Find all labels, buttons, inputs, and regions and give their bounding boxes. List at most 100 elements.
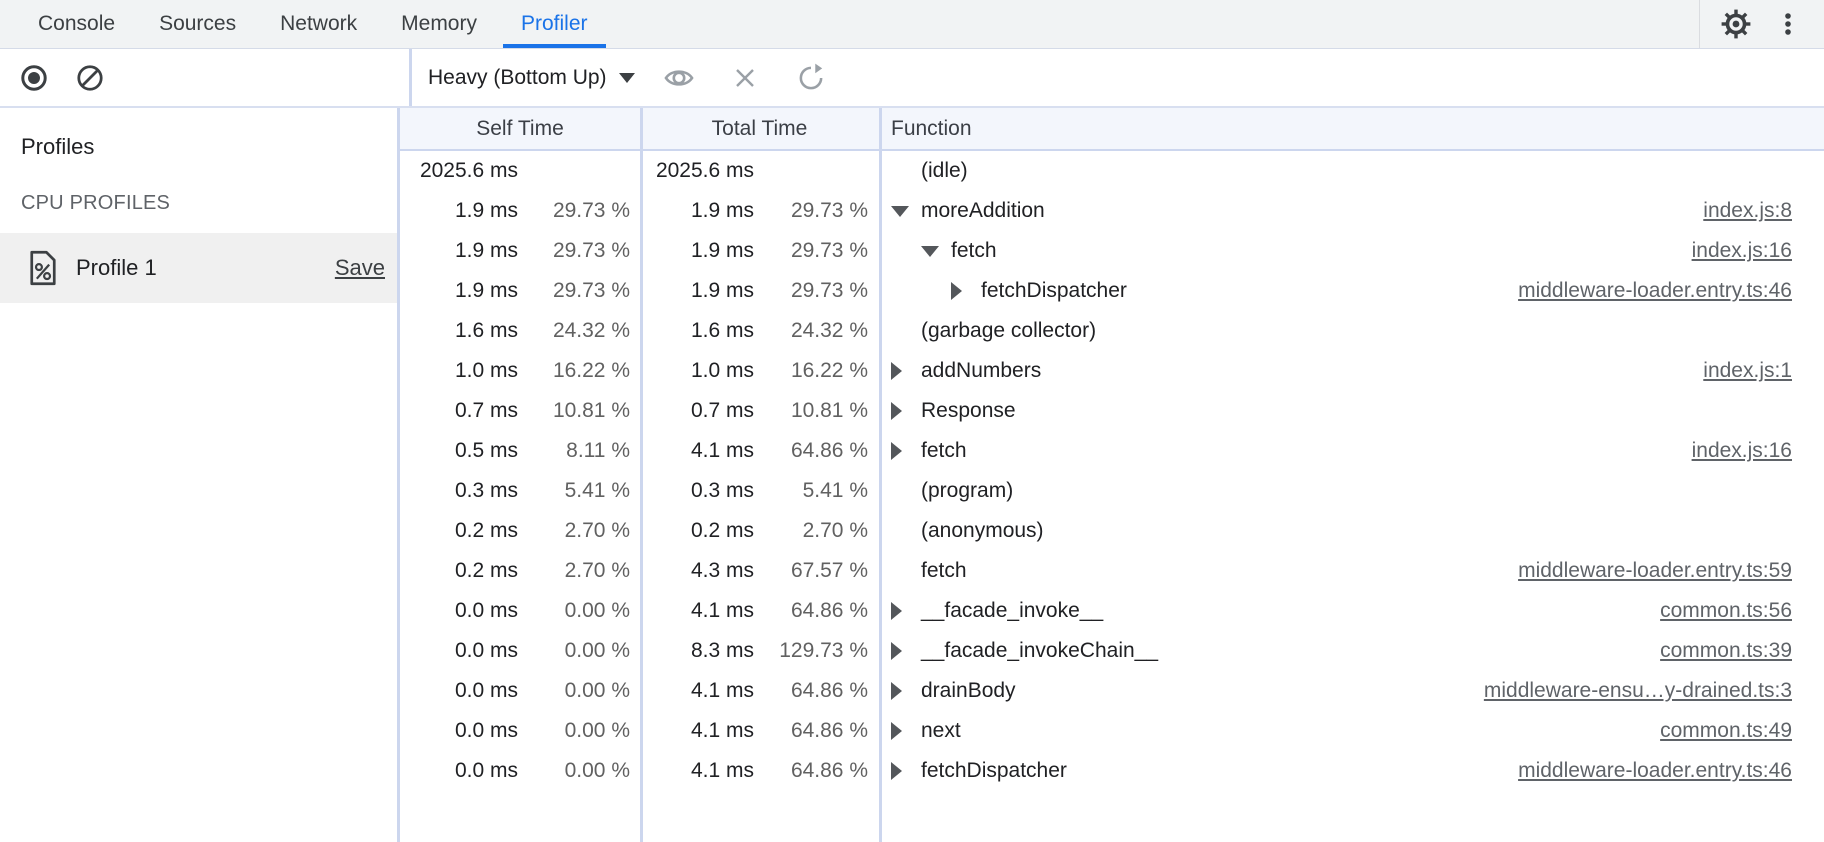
function-cell[interactable]: nextcommon.ts:49 xyxy=(879,711,1824,751)
tab-profiler[interactable]: Profiler xyxy=(499,0,610,48)
source-location-link[interactable]: middleware-ensu…y-drained.ts:3 xyxy=(1484,679,1824,703)
table-row[interactable]: 1.9 ms29.73 %1.9 ms29.73 %moreAdditionin… xyxy=(400,191,1824,231)
self-time-cell[interactable]: 0.2 ms2.70 % xyxy=(400,551,640,591)
function-cell[interactable]: __facade_invokeChain__common.ts:39 xyxy=(879,631,1824,671)
table-row[interactable]: 0.0 ms0.00 %4.1 ms64.86 %__facade_invoke… xyxy=(400,591,1824,631)
triangle-collapsed-icon[interactable] xyxy=(951,282,981,300)
self-time-cell[interactable]: 1.9 ms29.73 % xyxy=(400,271,640,311)
settings-button[interactable] xyxy=(1714,4,1758,44)
self-time-cell[interactable]: 0.0 ms0.00 % xyxy=(400,631,640,671)
total-time-cell[interactable]: 0.2 ms2.70 % xyxy=(640,511,879,551)
source-location-link[interactable]: middleware-loader.entry.ts:46 xyxy=(1518,279,1824,303)
self-time-cell[interactable]: 0.0 ms0.00 % xyxy=(400,751,640,791)
table-row[interactable]: 0.0 ms0.00 %4.1 ms64.86 %fetchDispatcher… xyxy=(400,751,1824,791)
total-time-cell[interactable]: 1.6 ms24.32 % xyxy=(640,311,879,351)
source-location-link[interactable]: common.ts:39 xyxy=(1660,639,1824,663)
column-header-total-time[interactable]: Total Time xyxy=(640,108,879,149)
source-location-link[interactable]: common.ts:56 xyxy=(1660,599,1824,623)
table-row[interactable]: 0.0 ms0.00 %4.1 ms64.86 %drainBodymiddle… xyxy=(400,671,1824,711)
clear-button[interactable] xyxy=(68,58,112,98)
record-button[interactable] xyxy=(12,58,56,98)
self-time-cell[interactable]: 0.3 ms5.41 % xyxy=(400,471,640,511)
save-profile-link[interactable]: Save xyxy=(335,255,385,281)
table-row[interactable]: 1.0 ms16.22 %1.0 ms16.22 %addNumbersinde… xyxy=(400,351,1824,391)
source-location-link[interactable]: index.js:8 xyxy=(1703,199,1824,223)
source-location-link[interactable]: index.js:1 xyxy=(1703,359,1824,383)
triangle-collapsed-icon[interactable] xyxy=(891,642,921,660)
function-cell[interactable]: moreAdditionindex.js:8 xyxy=(879,191,1824,231)
total-time-cell[interactable]: 4.1 ms64.86 % xyxy=(640,431,879,471)
self-time-cell[interactable]: 0.0 ms0.00 % xyxy=(400,671,640,711)
tab-memory[interactable]: Memory xyxy=(379,0,499,48)
self-time-cell[interactable]: 2025.6 ms xyxy=(400,151,640,191)
triangle-collapsed-icon[interactable] xyxy=(891,362,921,380)
total-time-cell[interactable]: 4.1 ms64.86 % xyxy=(640,671,879,711)
function-cell[interactable]: __facade_invoke__common.ts:56 xyxy=(879,591,1824,631)
function-cell[interactable]: (program) xyxy=(879,471,1824,511)
triangle-collapsed-icon[interactable] xyxy=(891,442,921,460)
column-divider[interactable] xyxy=(879,108,882,842)
triangle-expanded-icon[interactable] xyxy=(921,246,951,257)
source-location-link[interactable]: middleware-loader.entry.ts:59 xyxy=(1518,559,1824,583)
source-location-link[interactable]: index.js:16 xyxy=(1692,239,1824,263)
total-time-cell[interactable]: 1.9 ms29.73 % xyxy=(640,191,879,231)
function-cell[interactable]: drainBodymiddleware-ensu…y-drained.ts:3 xyxy=(879,671,1824,711)
total-time-cell[interactable]: 8.3 ms129.73 % xyxy=(640,631,879,671)
function-cell[interactable]: fetchDispatchermiddleware-loader.entry.t… xyxy=(879,751,1824,791)
exclude-function-button[interactable] xyxy=(723,58,767,98)
restore-functions-button[interactable] xyxy=(789,58,833,98)
self-time-cell[interactable]: 0.7 ms10.81 % xyxy=(400,391,640,431)
function-cell[interactable]: fetchindex.js:16 xyxy=(879,431,1824,471)
total-time-cell[interactable]: 4.1 ms64.86 % xyxy=(640,711,879,751)
sidebar-item-profile-1[interactable]: Profile 1 Save xyxy=(0,233,397,303)
self-time-cell[interactable]: 1.0 ms16.22 % xyxy=(400,351,640,391)
source-location-link[interactable]: common.ts:49 xyxy=(1660,719,1824,743)
source-location-link[interactable]: middleware-loader.entry.ts:46 xyxy=(1518,759,1824,783)
column-header-function[interactable]: Function xyxy=(879,108,1824,149)
self-time-cell[interactable]: 0.5 ms8.11 % xyxy=(400,431,640,471)
self-time-cell[interactable]: 0.2 ms2.70 % xyxy=(400,511,640,551)
function-cell[interactable]: fetchDispatchermiddleware-loader.entry.t… xyxy=(879,271,1824,311)
function-cell[interactable]: (garbage collector) xyxy=(879,311,1824,351)
table-row[interactable]: 0.3 ms5.41 %0.3 ms5.41 %(program) xyxy=(400,471,1824,511)
total-time-cell[interactable]: 2025.6 ms xyxy=(640,151,879,191)
table-row[interactable]: 0.7 ms10.81 %0.7 ms10.81 %Response xyxy=(400,391,1824,431)
table-row[interactable]: 0.0 ms0.00 %4.1 ms64.86 %nextcommon.ts:4… xyxy=(400,711,1824,751)
triangle-collapsed-icon[interactable] xyxy=(891,722,921,740)
table-row[interactable]: 0.0 ms0.00 %8.3 ms129.73 %__facade_invok… xyxy=(400,631,1824,671)
total-time-cell[interactable]: 1.9 ms29.73 % xyxy=(640,231,879,271)
table-row[interactable]: 0.2 ms2.70 %0.2 ms2.70 %(anonymous) xyxy=(400,511,1824,551)
triangle-collapsed-icon[interactable] xyxy=(891,762,921,780)
tab-console[interactable]: Console xyxy=(16,0,137,48)
function-cell[interactable]: Response xyxy=(879,391,1824,431)
tab-sources[interactable]: Sources xyxy=(137,0,258,48)
table-row[interactable]: 0.2 ms2.70 %4.3 ms67.57 %fetchmiddleware… xyxy=(400,551,1824,591)
table-row[interactable]: 0.5 ms8.11 %4.1 ms64.86 %fetchindex.js:1… xyxy=(400,431,1824,471)
view-mode-select[interactable]: Heavy (Bottom Up) xyxy=(428,66,635,90)
triangle-collapsed-icon[interactable] xyxy=(891,602,921,620)
triangle-expanded-icon[interactable] xyxy=(891,206,921,217)
total-time-cell[interactable]: 4.3 ms67.57 % xyxy=(640,551,879,591)
triangle-collapsed-icon[interactable] xyxy=(891,402,921,420)
column-header-self-time[interactable]: Self Time xyxy=(400,108,640,149)
self-time-cell[interactable]: 1.9 ms29.73 % xyxy=(400,191,640,231)
self-time-cell[interactable]: 1.6 ms24.32 % xyxy=(400,311,640,351)
column-divider[interactable] xyxy=(640,108,643,842)
table-row[interactable]: 1.9 ms29.73 %1.9 ms29.73 %fetchindex.js:… xyxy=(400,231,1824,271)
self-time-cell[interactable]: 1.9 ms29.73 % xyxy=(400,231,640,271)
focus-function-button[interactable] xyxy=(657,58,701,98)
tab-network[interactable]: Network xyxy=(258,0,379,48)
function-cell[interactable]: addNumbersindex.js:1 xyxy=(879,351,1824,391)
self-time-cell[interactable]: 0.0 ms0.00 % xyxy=(400,711,640,751)
function-cell[interactable]: fetchindex.js:16 xyxy=(879,231,1824,271)
total-time-cell[interactable]: 0.3 ms5.41 % xyxy=(640,471,879,511)
source-location-link[interactable]: index.js:16 xyxy=(1692,439,1824,463)
total-time-cell[interactable]: 1.0 ms16.22 % xyxy=(640,351,879,391)
function-cell[interactable]: fetchmiddleware-loader.entry.ts:59 xyxy=(879,551,1824,591)
total-time-cell[interactable]: 1.9 ms29.73 % xyxy=(640,271,879,311)
table-row[interactable]: 1.6 ms24.32 %1.6 ms24.32 %(garbage colle… xyxy=(400,311,1824,351)
self-time-cell[interactable]: 0.0 ms0.00 % xyxy=(400,591,640,631)
total-time-cell[interactable]: 4.1 ms64.86 % xyxy=(640,591,879,631)
total-time-cell[interactable]: 0.7 ms10.81 % xyxy=(640,391,879,431)
function-cell[interactable]: (anonymous) xyxy=(879,511,1824,551)
